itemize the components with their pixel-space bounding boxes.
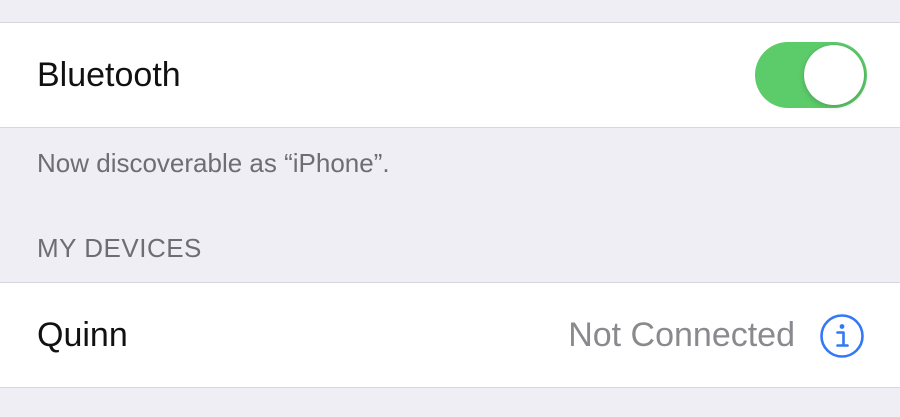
bluetooth-toggle[interactable]	[755, 42, 867, 108]
toggle-knob	[804, 45, 864, 105]
bluetooth-label: Bluetooth	[37, 56, 181, 94]
discoverable-note: Now discoverable as “iPhone”.	[37, 148, 390, 178]
bluetooth-row: Bluetooth	[0, 22, 900, 128]
device-status: Not Connected	[568, 316, 795, 354]
device-name: Quinn	[37, 316, 128, 354]
bluetooth-settings-screen: Bluetooth Now discoverable as “iPhone”. …	[0, 0, 900, 417]
info-icon[interactable]	[819, 313, 865, 359]
my-devices-header: MY DEVICES	[37, 233, 202, 263]
top-spacer	[0, 0, 900, 22]
device-row[interactable]: Quinn Not Connected	[0, 282, 900, 388]
